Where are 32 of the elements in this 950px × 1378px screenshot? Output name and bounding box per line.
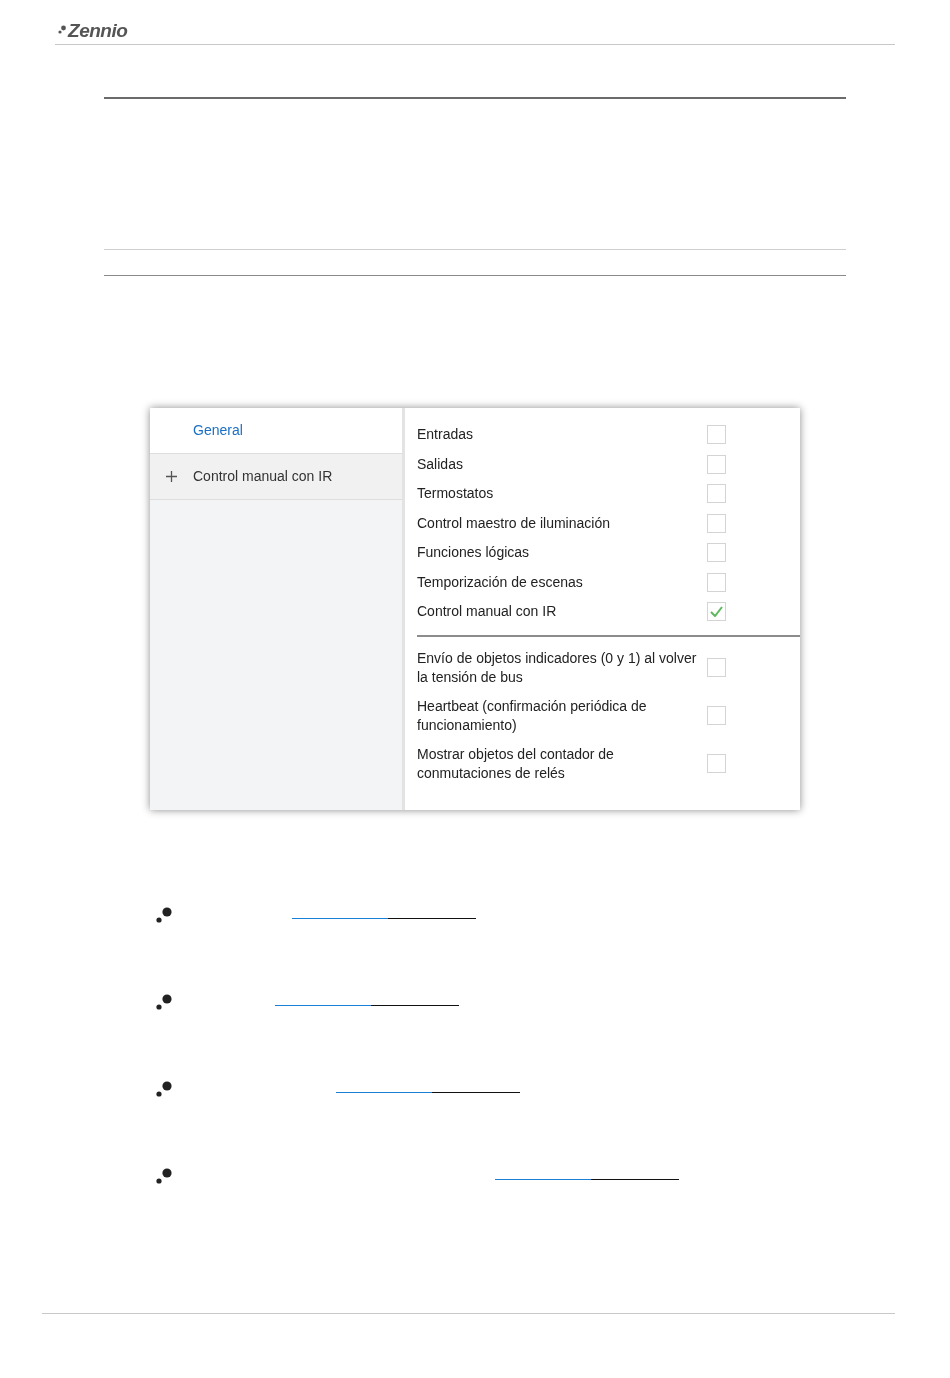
option-label: Entradas: [417, 425, 474, 445]
option-label: Control manual con IR: [417, 602, 557, 622]
checkbox[interactable]: [707, 753, 726, 773]
checkbox[interactable]: [707, 543, 726, 563]
sidebar-item[interactable]: Control manual con IR: [150, 454, 402, 500]
bullet-icon: [155, 906, 173, 924]
option-label: Salidas: [417, 454, 463, 474]
sidebar-label: General: [193, 421, 243, 440]
checkbox[interactable]: [707, 454, 726, 474]
checkmark-icon: [710, 606, 723, 618]
sidebar-label: Control manual con IR: [193, 467, 333, 486]
option-label: Control maestro de iluminación: [417, 513, 610, 533]
option-label: Temporización de escenas: [417, 572, 583, 592]
option-label: Envío de objetos indicadores (0 y 1) al volver la tensión de bus: [417, 648, 698, 687]
checkbox[interactable]: [707, 572, 726, 592]
checkbox[interactable]: [707, 484, 726, 504]
checkbox[interactable]: [707, 425, 726, 445]
logo: Zennio: [68, 20, 128, 40]
option-label: Termostatos: [417, 484, 494, 504]
checkbox[interactable]: [707, 705, 726, 725]
checkbox[interactable]: [707, 513, 726, 533]
logo-dots-icon: [58, 25, 66, 35]
checkbox[interactable]: [707, 657, 726, 677]
option-label: Mostrar objetos del contador de conmutaciones de relés: [417, 744, 615, 783]
bullet-icon: [155, 1167, 173, 1185]
bullet-icon: [155, 993, 173, 1011]
bullet-icon: [155, 1080, 173, 1098]
option-label: Funciones lógicas: [417, 543, 530, 563]
checkbox[interactable]: [707, 602, 726, 622]
option-label: Heartbeat (confirmación periódica de funcionamiento): [417, 696, 648, 735]
plus-icon[interactable]: [166, 471, 177, 482]
sidebar-item[interactable]: General: [150, 408, 402, 454]
